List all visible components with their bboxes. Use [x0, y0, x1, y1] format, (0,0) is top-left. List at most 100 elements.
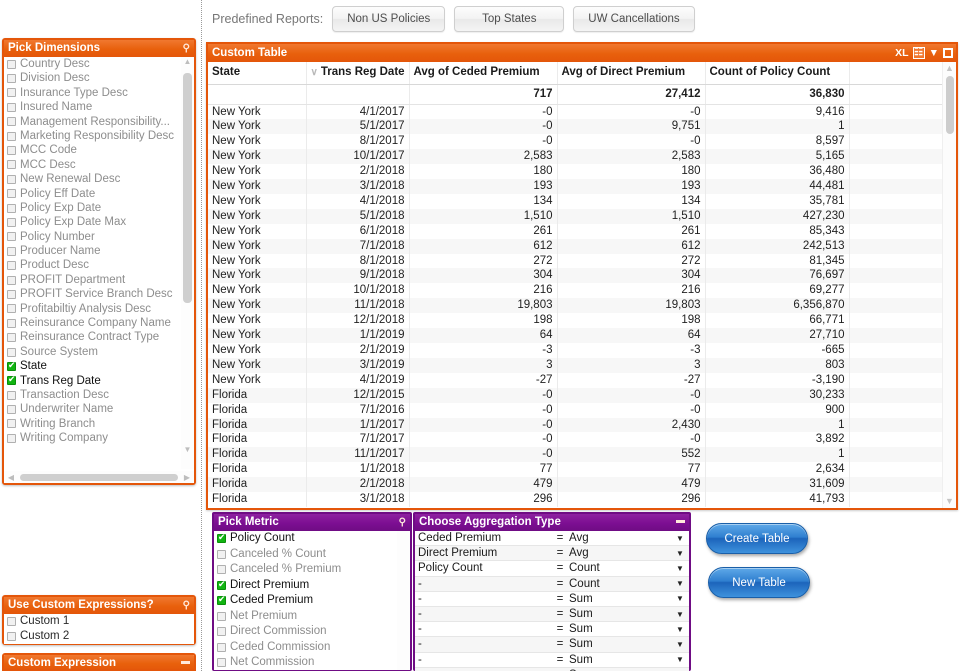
chevron-down-icon[interactable]: ▼ [671, 549, 689, 558]
checkbox-icon[interactable] [7, 74, 16, 84]
chevron-down-icon[interactable]: ▼ [671, 594, 689, 603]
checkbox-icon[interactable] [7, 433, 16, 443]
checkbox-checked-icon[interactable] [217, 594, 226, 606]
checkbox-icon[interactable] [7, 390, 16, 400]
aggregation-type-value[interactable]: Sum [567, 654, 671, 666]
chevron-down-icon[interactable]: ▼ [671, 655, 689, 664]
dimension-item[interactable]: Marketing Responsibility Desc [4, 129, 194, 143]
metric-item[interactable]: Canceled % Count [214, 547, 410, 563]
checkbox-icon[interactable] [7, 59, 16, 69]
metric-item[interactable]: Net Premium [214, 609, 410, 625]
chevron-down-icon[interactable]: ▼ [671, 640, 689, 649]
dimension-item[interactable]: Policy Eff Date [4, 187, 194, 201]
maximize-icon[interactable] [943, 48, 953, 58]
table-row[interactable]: New York 4/1/2018 134 134 35,781 [208, 193, 943, 209]
column-header-count-policy-count[interactable]: Count of Policy Count [705, 62, 850, 85]
report-button-uw-cancellations[interactable]: UW Cancellations [573, 6, 695, 32]
scroll-thumb[interactable] [946, 76, 954, 134]
aggregation-row[interactable]: - =Sum▼ [415, 652, 689, 668]
custom-table-scroll-area[interactable]: State ∨ Trans Reg Date Avg of Ceded Premi… [208, 62, 956, 508]
metric-vertical-scrollbar[interactable] [397, 531, 410, 670]
checkbox-icon[interactable] [7, 174, 16, 184]
table-row[interactable]: New York 4/1/2019 -27 -27 -3,190 [208, 372, 943, 388]
chevron-down-icon[interactable]: ▼ [671, 579, 689, 588]
scroll-left-icon[interactable]: ◀ [4, 473, 18, 482]
dimension-item[interactable]: Writing Branch [4, 417, 194, 431]
minimize-icon[interactable] [676, 520, 685, 523]
dimension-item[interactable]: Source System [4, 345, 194, 359]
table-row[interactable]: Florida 1/1/2018 77 77 2,634 [208, 462, 943, 478]
scroll-thumb-horizontal[interactable] [20, 473, 178, 481]
aggregation-type-value[interactable]: Avg [567, 532, 671, 544]
checkbox-checked-icon[interactable] [217, 579, 226, 590]
table-row[interactable]: New York 10/1/2017 2,583 2,583 5,165 [208, 149, 943, 165]
checkbox-icon[interactable] [7, 261, 16, 271]
dimension-item[interactable]: Policy Number [4, 230, 194, 244]
dimension-item[interactable]: Reinsurance Company Name [4, 316, 194, 330]
table-row[interactable]: New York 8/1/2017 -0 -0 8,597 [208, 134, 943, 150]
checkbox-icon[interactable] [7, 189, 16, 199]
checkbox-icon[interactable] [7, 419, 16, 429]
table-vertical-scrollbar[interactable]: ▲ ▼ [942, 62, 956, 508]
grid-icon[interactable]: ☷ [912, 47, 925, 59]
metric-item[interactable]: Ceded Premium [214, 593, 410, 609]
metric-item[interactable]: Direct Commission [214, 624, 410, 640]
table-row[interactable]: New York 10/1/2018 216 216 69,277 [208, 283, 943, 299]
table-row[interactable]: New York 1/1/2019 64 64 27,710 [208, 328, 943, 343]
checkbox-checked-icon[interactable] [7, 374, 16, 386]
search-icon[interactable]: ⚲ [183, 42, 190, 55]
dimension-item[interactable]: Producer Name [4, 244, 194, 258]
minimize-icon[interactable] [181, 661, 190, 664]
aggregation-row[interactable]: - =Sum▼ [415, 606, 689, 623]
dimension-item[interactable]: Writing Company [4, 431, 194, 445]
table-row[interactable]: New York 4/1/2017 -0 -0 9,416 [208, 104, 943, 120]
table-row[interactable]: New York 5/1/2017 -0 9,751 1 [208, 119, 943, 135]
aggregation-row[interactable]: - =Sum▼ [415, 637, 689, 653]
checkbox-icon[interactable] [7, 347, 16, 357]
aggregation-row[interactable]: - = Count ▼ [415, 576, 689, 592]
aggregation-row[interactable]: Ceded Premium = Avg ▼ [415, 531, 689, 547]
custom-expression-item[interactable]: Custom 2 [4, 629, 194, 644]
scroll-up-icon[interactable]: ▲ [181, 57, 194, 67]
table-row[interactable]: Florida 11/1/2017 -0 552 1 [208, 447, 943, 463]
checkbox-icon[interactable] [7, 203, 16, 213]
metric-item[interactable]: Net Commission [214, 655, 410, 670]
checkbox-icon[interactable] [217, 658, 226, 668]
table-row[interactable]: New York 9/1/2018 304 304 76,697 [208, 268, 943, 284]
dimension-item[interactable]: MCC Code [4, 143, 194, 157]
checkbox-checked-icon[interactable] [217, 532, 226, 544]
table-row[interactable]: Florida 3/1/2018 296 296 41,793 [208, 492, 943, 507]
new-table-button[interactable]: New Table [708, 567, 810, 598]
dimension-item[interactable]: Insured Name [4, 100, 194, 114]
scroll-up-icon[interactable]: ▲ [943, 62, 956, 74]
chevron-down-icon[interactable]: ▼ [671, 564, 689, 573]
checkbox-icon[interactable] [7, 102, 16, 112]
dimension-item[interactable]: Product Desc [4, 258, 194, 272]
dimension-item[interactable]: Underwriter Name [4, 402, 194, 416]
table-row[interactable]: New York 3/1/2019 3 3 803 [208, 357, 943, 373]
dimension-item[interactable]: Trans Reg Date [4, 374, 194, 388]
checkbox-icon[interactable] [7, 160, 16, 170]
table-row[interactable]: New York 5/1/2018 1,510 1,510 427,230 [208, 208, 943, 224]
scroll-down-icon[interactable]: ▼ [943, 495, 956, 507]
checkbox-icon[interactable] [217, 565, 226, 575]
table-row[interactable]: New York 7/1/2018 612 612 242,513 [208, 238, 943, 254]
dimensions-horizontal-scrollbar[interactable]: ◀ ▶ [4, 471, 194, 483]
dimension-item[interactable]: Division Desc [4, 71, 194, 85]
table-row[interactable]: Florida 1/1/2017 -0 2,430 1 [208, 417, 943, 433]
aggregation-type-value[interactable]: Sum [567, 608, 671, 620]
aggregation-type-value[interactable]: Count [567, 562, 671, 574]
table-row[interactable]: New York 3/1/2018 193 193 44,481 [208, 179, 943, 194]
checkbox-icon[interactable] [7, 275, 16, 285]
dimension-item[interactable]: PROFIT Service Branch Desc [4, 287, 194, 301]
column-header-avg-direct-premium[interactable]: Avg of Direct Premium [557, 62, 706, 85]
aggregation-row[interactable]: Policy Count = Count ▼ [415, 561, 689, 577]
dimension-item[interactable]: Insurance Type Desc [4, 86, 194, 100]
scroll-thumb[interactable] [183, 73, 192, 303]
dimension-item[interactable]: Transaction Desc [4, 388, 194, 402]
dimension-item[interactable]: Country Desc [4, 57, 194, 71]
checkbox-icon[interactable] [7, 88, 16, 98]
custom-expression-item[interactable]: Custom 1 [4, 614, 194, 629]
aggregation-type-value[interactable]: Sum [567, 623, 671, 635]
metric-item[interactable]: Direct Premium [214, 578, 410, 594]
